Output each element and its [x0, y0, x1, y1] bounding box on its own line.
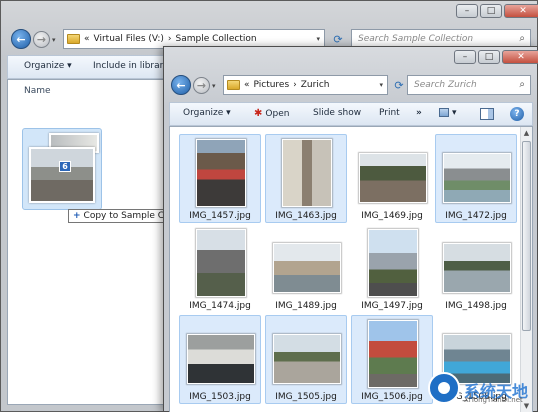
- front-address-row: ← → ▾ « Pictures › Zurich ▾ ⟳ Search Zur…: [164, 71, 537, 99]
- folder-icon: [227, 80, 240, 90]
- watermark-logo: [428, 372, 460, 404]
- back-window-controls: – □ ✕: [456, 4, 538, 18]
- zurich-explorer-window: – □ ✕ ← → ▾ « Pictures › Zurich ▾ ⟳ Sear…: [163, 46, 538, 412]
- watermark: 系统天地 XiTongTianDi.net: [382, 372, 532, 406]
- breadcrumb-folder[interactable]: Zurich: [301, 80, 330, 90]
- address-overflow-chevron[interactable]: «: [84, 34, 90, 44]
- photo-thumbnail-image: [273, 334, 341, 384]
- front-window-controls: – □ ✕: [454, 50, 538, 64]
- change-view-button[interactable]: ▾: [439, 108, 457, 118]
- file-thumbnail[interactable]: IMG_1498.jpg: [435, 224, 517, 313]
- name-column-header[interactable]: Name: [24, 86, 51, 96]
- back-maximize-button[interactable]: □: [480, 4, 502, 18]
- open-label: Open: [265, 109, 290, 119]
- vertical-scrollbar[interactable]: ▲ ▼: [520, 127, 532, 412]
- watermark-subtext: XiTongTianDi.net: [464, 396, 523, 404]
- breadcrumb-separator[interactable]: ›: [293, 80, 297, 90]
- back-search-placeholder: Search Sample Collection: [358, 34, 474, 44]
- breadcrumb-folder[interactable]: Sample Collection: [175, 34, 256, 44]
- front-recent-pages-dropdown[interactable]: ▾: [212, 82, 216, 90]
- photo-thumbnail-image: [368, 229, 418, 297]
- address-overflow-chevron[interactable]: «: [244, 80, 250, 90]
- front-refresh-icon[interactable]: ⟳: [390, 75, 408, 95]
- file-name-label: IMG_1489.jpg: [275, 301, 337, 311]
- back-close-button[interactable]: ✕: [504, 4, 538, 18]
- view-icon: [439, 108, 449, 117]
- search-icon[interactable]: ⌕: [519, 79, 525, 90]
- file-thumbnail[interactable]: IMG_1505.jpg: [265, 315, 347, 404]
- file-name-label: IMG_1457.jpg: [189, 211, 251, 221]
- file-thumbnail[interactable]: IMG_1463.jpg: [265, 134, 347, 223]
- breadcrumb-root[interactable]: Virtual Files (V:): [94, 34, 164, 44]
- scroll-up-icon[interactable]: ▲: [521, 127, 532, 139]
- front-search-placeholder: Search Zurich: [414, 80, 477, 90]
- front-organize-button[interactable]: Organize ▾: [183, 108, 231, 118]
- more-commands-button[interactable]: »: [416, 108, 422, 118]
- front-back-button[interactable]: ←: [171, 75, 191, 95]
- copy-plus-icon: +: [73, 211, 81, 221]
- back-forward-button[interactable]: →: [33, 31, 50, 48]
- photo-thumbnail-image: [196, 139, 246, 207]
- photo-thumbnail-image: [443, 243, 511, 293]
- slide-show-button[interactable]: Slide show: [313, 108, 361, 118]
- drag-preview-photo: [29, 147, 95, 203]
- front-title-bar[interactable]: – □ ✕: [164, 47, 538, 69]
- file-thumbnail[interactable]: IMG_1472.jpg: [435, 134, 517, 223]
- photo-thumbnail-image: [359, 153, 427, 203]
- front-forward-button[interactable]: →: [193, 77, 210, 94]
- open-button[interactable]: ✱ Open: [254, 108, 289, 119]
- address-dropdown-icon[interactable]: ▾: [379, 81, 383, 89]
- file-thumbnail[interactable]: IMG_1469.jpg: [351, 134, 433, 223]
- back-back-button[interactable]: ←: [11, 29, 31, 49]
- breadcrumb-root[interactable]: Pictures: [254, 80, 290, 90]
- photo-thumbnail-image: [273, 243, 341, 293]
- photo-thumbnail-image: [187, 334, 255, 384]
- file-thumbnail[interactable]: IMG_1474.jpg: [179, 224, 261, 313]
- front-address-bar[interactable]: « Pictures › Zurich ▾: [223, 75, 388, 95]
- print-button[interactable]: Print: [379, 108, 400, 118]
- back-title-bar[interactable]: – □ ✕: [1, 1, 538, 23]
- search-icon[interactable]: ⌕: [519, 33, 525, 44]
- folder-icon: [67, 34, 80, 44]
- back-organize-button[interactable]: Organize ▾: [24, 61, 72, 71]
- file-thumbnail[interactable]: IMG_1503.jpg: [179, 315, 261, 404]
- front-minimize-button[interactable]: –: [454, 50, 476, 64]
- preview-pane-icon[interactable]: [480, 108, 494, 120]
- photo-thumbnail-image: [282, 139, 332, 207]
- include-in-library-button[interactable]: Include in library: [93, 61, 169, 71]
- back-minimize-button[interactable]: –: [456, 4, 478, 18]
- open-app-icon: ✱: [254, 108, 263, 119]
- drag-preview: 6: [22, 128, 102, 210]
- front-maximize-button[interactable]: □: [478, 50, 500, 64]
- file-name-label: IMG_1505.jpg: [275, 392, 337, 402]
- photo-thumbnail-image: [196, 229, 246, 297]
- file-thumbnail[interactable]: IMG_1497.jpg: [351, 224, 433, 313]
- back-recent-pages-dropdown[interactable]: ▾: [52, 36, 56, 44]
- photo-thumbnail-image: [443, 153, 511, 203]
- front-close-button[interactable]: ✕: [502, 50, 538, 64]
- address-dropdown-icon[interactable]: ▾: [316, 35, 320, 43]
- file-name-label: IMG_1474.jpg: [189, 301, 251, 311]
- scrollbar-thumb[interactable]: [522, 141, 531, 331]
- file-thumbnail[interactable]: IMG_1457.jpg: [179, 134, 261, 223]
- front-command-bar: Organize ▾ ✱ Open Slide show Print » ▾ ?: [169, 102, 533, 126]
- front-search-input[interactable]: Search Zurich ⌕: [407, 75, 531, 95]
- help-icon[interactable]: ?: [510, 107, 524, 121]
- file-thumbnail[interactable]: IMG_1489.jpg: [265, 224, 347, 313]
- drag-item-count-badge: 6: [59, 161, 71, 172]
- file-name-label: IMG_1469.jpg: [361, 211, 423, 221]
- file-name-label: IMG_1463.jpg: [275, 211, 337, 221]
- breadcrumb-separator[interactable]: ›: [168, 34, 172, 44]
- thumbnail-grid[interactable]: IMG_1457.jpg IMG_1463.jpg IMG_1469.jpg IMG_…: [169, 126, 533, 412]
- file-name-label: IMG_1503.jpg: [189, 392, 251, 402]
- file-name-label: IMG_1472.jpg: [445, 211, 507, 221]
- file-name-label: IMG_1497.jpg: [361, 301, 423, 311]
- file-name-label: IMG_1498.jpg: [445, 301, 507, 311]
